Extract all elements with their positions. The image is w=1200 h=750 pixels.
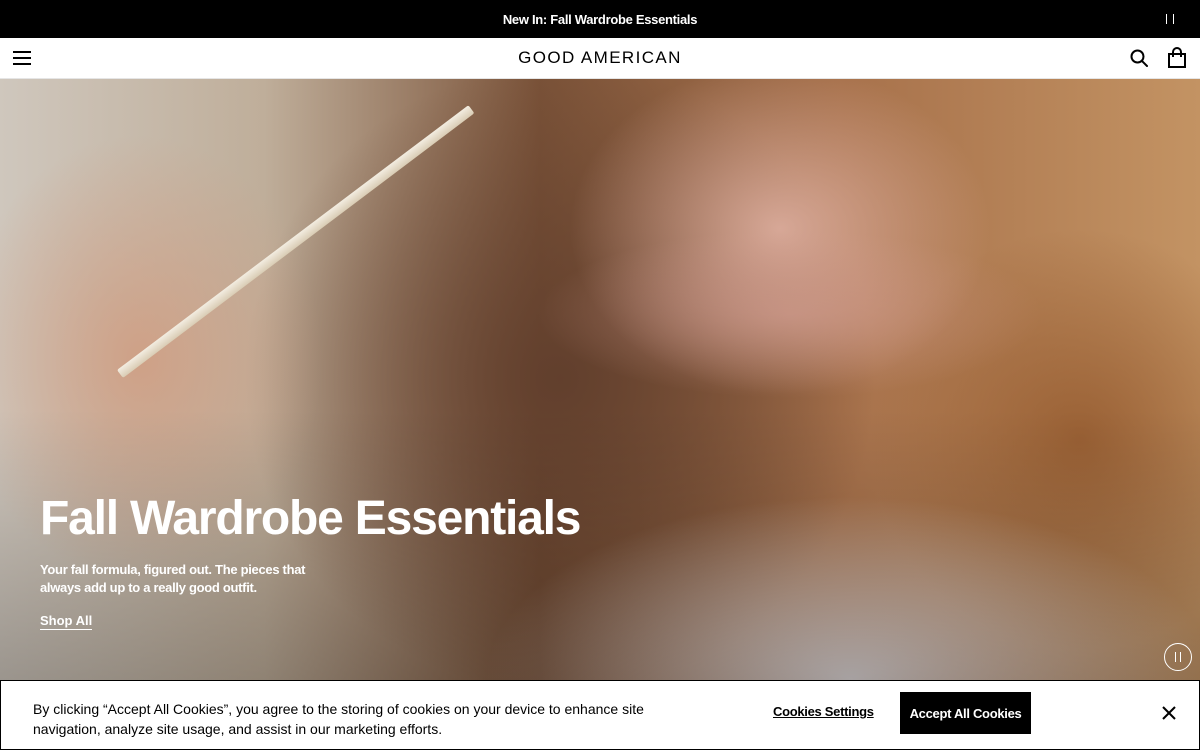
- shop-all-link[interactable]: Shop All: [40, 613, 93, 630]
- hero-banner: Fall Wardrobe Essentials Your fall formu…: [0, 79, 1200, 680]
- hero-title: Fall Wardrobe Essentials: [40, 492, 581, 545]
- hero-content: Fall Wardrobe Essentials Your fall formu…: [40, 492, 581, 630]
- announcement-bar: New In: Fall Wardrobe Essentials: [0, 0, 1200, 38]
- pause-bar-left: [1175, 652, 1176, 662]
- accept-all-cookies-button[interactable]: Accept All Cookies: [900, 692, 1031, 734]
- cookie-consent-banner: By clicking “Accept All Cookies”, you ag…: [0, 680, 1200, 750]
- cookies-settings-button[interactable]: Cookies Settings: [773, 704, 874, 719]
- hero-video-pause-icon[interactable]: [1164, 643, 1192, 671]
- shopping-bag-icon[interactable]: [1167, 47, 1187, 69]
- pause-bar-right: [1180, 652, 1181, 662]
- pause-bar-left: [1166, 14, 1167, 24]
- announcement-pause-icon[interactable]: [1164, 13, 1176, 25]
- hero-subtitle: Your fall formula, figured out. The piec…: [40, 562, 306, 595]
- cookie-consent-text: By clicking “Accept All Cookies”, you ag…: [33, 701, 644, 737]
- search-icon[interactable]: [1129, 48, 1149, 68]
- close-icon[interactable]: [1161, 705, 1177, 721]
- pause-bar-right: [1173, 14, 1174, 24]
- site-header: GOOD AMERICAN: [0, 38, 1200, 79]
- brand-logo[interactable]: GOOD AMERICAN: [0, 48, 1200, 68]
- announcement-text[interactable]: New In: Fall Wardrobe Essentials: [503, 12, 698, 27]
